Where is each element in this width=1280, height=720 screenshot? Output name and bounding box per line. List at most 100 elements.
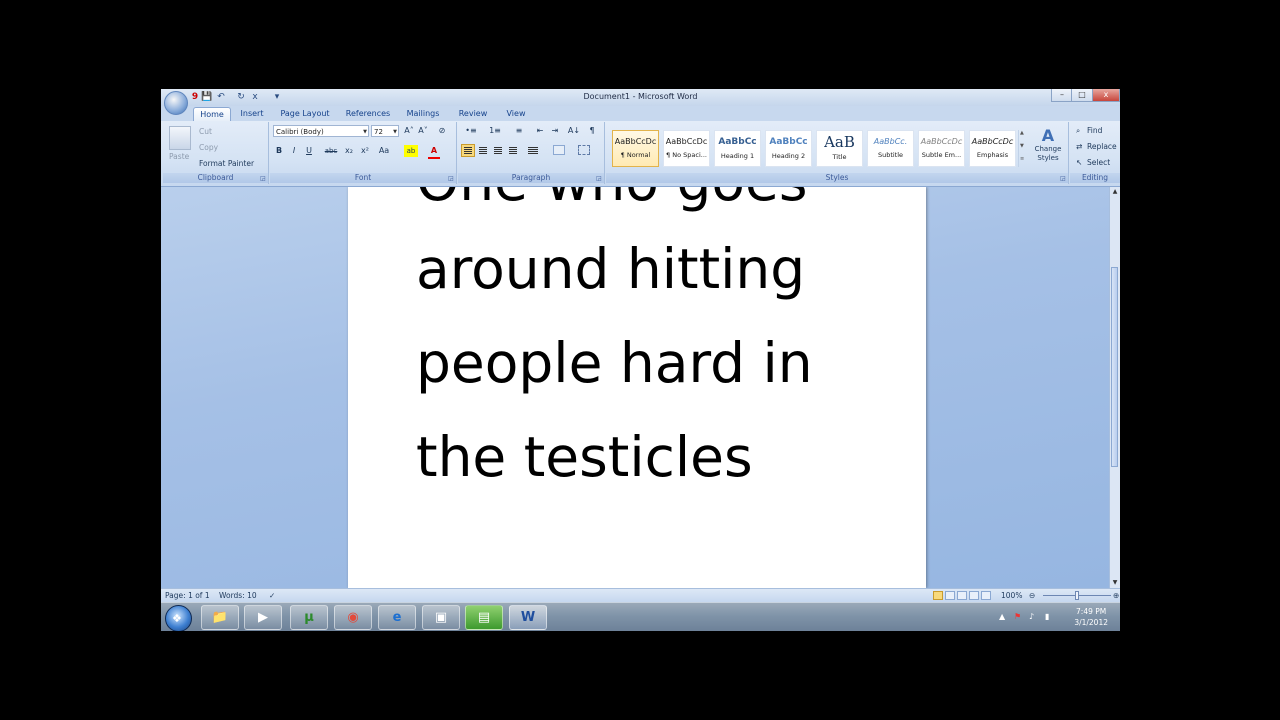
tab-insert[interactable]: Insert [235, 107, 269, 121]
line-spacing-button[interactable] [528, 147, 538, 148]
outline-view-button[interactable] [969, 591, 979, 600]
maximize-button[interactable]: □ [1071, 89, 1093, 102]
clear-formatting-button[interactable]: ⊘ [436, 125, 448, 137]
replace-button[interactable]: Replace [1087, 142, 1117, 151]
sort-button[interactable]: A↓ [566, 125, 582, 137]
clipboard-launcher-icon[interactable]: ◲ [260, 176, 266, 182]
game-taskbar-button[interactable]: ▤ [465, 605, 503, 630]
volume-icon[interactable]: ♪ [1029, 612, 1034, 621]
highlight-button[interactable]: ab [404, 145, 418, 157]
word-taskbar-button[interactable]: W [509, 605, 547, 630]
web-layout-view-button[interactable] [957, 591, 967, 600]
zoom-level[interactable]: 100% [1001, 591, 1022, 600]
print-layout-view-button[interactable] [933, 591, 943, 600]
tab-view[interactable]: View [501, 107, 531, 121]
style-name: Heading 2 [771, 152, 806, 160]
zoom-in-icon[interactable]: ⊕ [1113, 591, 1119, 600]
font-launcher-icon[interactable]: ◲ [448, 176, 454, 182]
shrink-font-button[interactable]: A˅ [417, 125, 429, 137]
vertical-scrollbar[interactable]: ▲ ▼ [1109, 187, 1120, 588]
utorrent-taskbar-button[interactable]: µ [290, 605, 328, 630]
window-title: Document1 - Microsoft Word [583, 92, 698, 101]
more-icon: ≡ [1020, 156, 1025, 162]
chrome-taskbar-button[interactable]: ◉ [334, 605, 372, 630]
paragraph-launcher-icon[interactable]: ◲ [596, 176, 602, 182]
underline-button[interactable]: U [303, 145, 315, 157]
proofing-icon[interactable]: ✓ [269, 591, 275, 600]
multilevel-list-button[interactable]: ≡ [510, 125, 528, 137]
tab-home[interactable]: Home [193, 107, 231, 122]
document-page[interactable]: One who goes around hitting people hard … [348, 187, 926, 588]
page-count[interactable]: Page: 1 of 1 [165, 591, 210, 600]
grow-font-button[interactable]: A˄ [403, 125, 415, 137]
style-heading-1[interactable]: AaBbCc Heading 1 [714, 130, 761, 167]
recorder-taskbar-button[interactable]: ▣ [422, 605, 460, 630]
full-screen-view-button[interactable] [945, 591, 955, 600]
font-name-value: Calibri (Body) [276, 128, 324, 136]
clock[interactable]: 7:49 PM 3/1/2012 [1074, 606, 1108, 628]
style-subtitle[interactable]: AaBbCc. Subtitle [867, 130, 914, 167]
word-count[interactable]: Words: 10 [219, 591, 257, 600]
show-hidden-icons-icon[interactable]: ▲ [999, 612, 1005, 621]
paste-icon[interactable] [169, 126, 191, 150]
action-center-icon[interactable]: ⚑ [1014, 612, 1021, 621]
style-sample: AaBbCcDc [971, 137, 1014, 146]
internet-explorer-taskbar-button[interactable]: e [378, 605, 416, 630]
show-marks-button[interactable]: ¶ [586, 125, 598, 137]
bullets-button[interactable]: •≡ [462, 125, 480, 137]
draft-view-button[interactable] [981, 591, 991, 600]
shading-button[interactable] [553, 145, 565, 155]
close-button[interactable]: x [1092, 89, 1120, 102]
borders-button[interactable] [578, 145, 590, 155]
styles-gallery-scroll[interactable]: ▲ ▼ ≡ [1018, 130, 1027, 167]
font-name-combo[interactable]: Calibri (Body) ▼ [273, 125, 369, 137]
zoom-out-icon[interactable]: ⊖ [1029, 591, 1035, 600]
minimize-button[interactable]: – [1051, 89, 1073, 102]
change-styles-button[interactable]: A Change Styles [1030, 126, 1066, 170]
start-button[interactable]: ❖ [165, 605, 192, 631]
change-styles-label: Change Styles [1034, 145, 1062, 162]
align-center-button[interactable] [479, 147, 487, 148]
style-normal[interactable]: AaBbCcDc ¶ Normal [612, 130, 659, 167]
cut-button[interactable]: Cut [199, 127, 212, 136]
style-title[interactable]: AaB Title [816, 130, 863, 167]
style-subtle-emphasis[interactable]: AaBbCcDc Subtle Em... [918, 130, 965, 167]
styles-launcher-icon[interactable]: ◲ [1060, 176, 1066, 182]
format-painter-button[interactable]: Format Painter [199, 159, 254, 168]
office-button[interactable] [164, 91, 188, 115]
media-player-taskbar-button[interactable]: ▶ [244, 605, 282, 630]
superscript-button[interactable]: x² [359, 145, 371, 157]
numbering-button[interactable]: 1≡ [486, 125, 504, 137]
style-emphasis[interactable]: AaBbCcDc Emphasis [969, 130, 1016, 167]
align-left-button[interactable] [461, 144, 475, 157]
paste-button[interactable]: Paste [169, 152, 189, 161]
select-button[interactable]: Select [1087, 158, 1110, 167]
tab-review[interactable]: Review [453, 107, 493, 121]
justify-button[interactable] [509, 147, 517, 148]
increase-indent-button[interactable]: ⇥ [549, 125, 561, 137]
change-case-button[interactable]: Aa [376, 145, 392, 157]
style-no-spacing[interactable]: AaBbCcDc ¶ No Spaci... [663, 130, 710, 167]
copy-button[interactable]: Copy [199, 143, 218, 152]
font-color-button[interactable]: A [428, 145, 440, 159]
scroll-down-icon[interactable]: ▼ [1110, 578, 1120, 588]
align-right-button[interactable] [494, 147, 502, 148]
tab-mailings[interactable]: Mailings [403, 107, 443, 121]
italic-button[interactable]: I [288, 145, 300, 157]
tab-page-layout[interactable]: Page Layout [277, 107, 333, 121]
bold-button[interactable]: B [273, 145, 285, 157]
chevron-down-icon: ▼ [1020, 143, 1024, 149]
find-button[interactable]: Find [1087, 126, 1102, 135]
tab-references[interactable]: References [343, 107, 393, 121]
explorer-taskbar-button[interactable]: 📁 [201, 605, 239, 630]
style-heading-2[interactable]: AaBbCc Heading 2 [765, 130, 812, 167]
find-icon: ⌕ [1076, 126, 1081, 135]
strikethrough-button[interactable]: abc [322, 145, 340, 157]
scroll-thumb[interactable] [1111, 267, 1118, 467]
decrease-indent-button[interactable]: ⇤ [534, 125, 546, 137]
subscript-button[interactable]: x₂ [343, 145, 355, 157]
network-icon[interactable]: ▮ [1045, 612, 1049, 621]
scroll-up-icon[interactable]: ▲ [1110, 187, 1120, 197]
zoom-thumb[interactable] [1075, 591, 1079, 600]
font-size-combo[interactable]: 72 ▼ [371, 125, 399, 137]
